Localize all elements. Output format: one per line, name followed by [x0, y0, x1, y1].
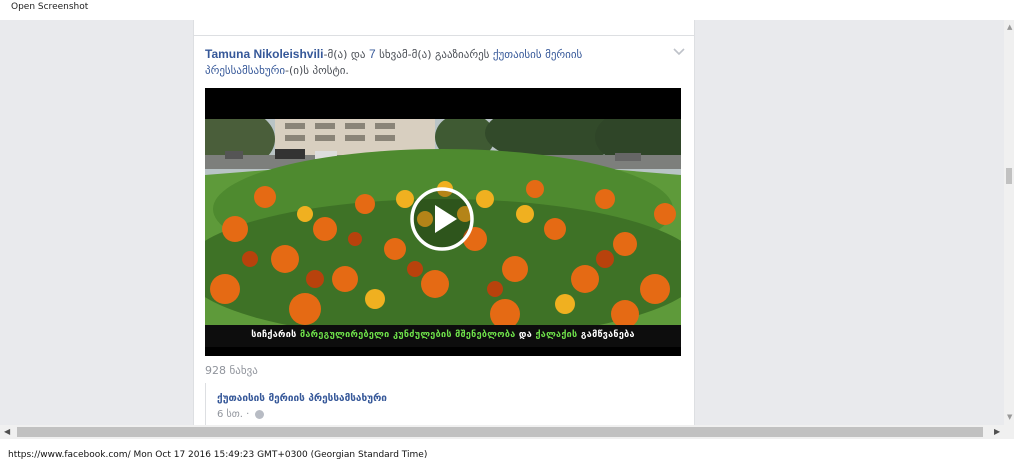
caption-part-2: მარეგულირებელი კუნძულების მშენებლობა	[299, 330, 516, 340]
scrollbar-corner	[1004, 425, 1014, 439]
shared-time[interactable]: 6 სთ. ·	[217, 409, 249, 420]
others-count-link[interactable]: 7	[369, 47, 376, 61]
author-link[interactable]: Tamuna Nikoleishvili	[205, 47, 323, 61]
shared-page-link[interactable]: ქუთაისის მერიის პრესსამსახური	[217, 393, 387, 404]
scroll-right-arrow-icon[interactable]: ▶	[994, 427, 1000, 436]
horizontal-scroll-thumb[interactable]	[17, 427, 983, 437]
caption-part-1: სიჩქარის	[251, 330, 300, 340]
caption-part-3: და	[515, 330, 536, 340]
chevron-down-icon[interactable]	[672, 47, 686, 57]
caption-part-5: გამწვანება	[577, 330, 635, 340]
scroll-down-arrow-icon[interactable]: ▼	[1007, 413, 1012, 421]
scroll-left-arrow-icon[interactable]: ◀	[4, 427, 10, 436]
header-text-3: -(ი)ს პოსტი.	[285, 64, 349, 77]
video-player[interactable]: სიჩქარის მარეგულირებელი კუნძულების მშენე…	[205, 88, 681, 356]
header-text-1: -მ(ა) და	[323, 48, 369, 61]
video-caption: სიჩქარის მარეგულირებელი კუნძულების მშენე…	[205, 330, 681, 340]
shared-post: ქუთაისის მერიის პრესსამსახური 6 სთ. ·	[205, 383, 682, 425]
post-header: Tamuna Nikoleishvili-მ(ა) და 7 სხვამ-მ(ა…	[205, 46, 665, 79]
window-topbar: Open Screenshot	[0, 0, 1014, 20]
post-card: Tamuna Nikoleishvili-მ(ა) და 7 სხვამ-მ(ა…	[193, 35, 695, 425]
caption-part-4: ქალაქის	[535, 330, 578, 340]
header-text-2: სხვამ-მ(ა) გააზიარეს	[375, 48, 493, 61]
vertical-scrollbar[interactable]: ▲ ▼	[1004, 20, 1014, 425]
play-icon[interactable]	[409, 186, 475, 252]
status-bar-text: https://www.facebook.com/ Mon Oct 17 201…	[8, 450, 428, 460]
shared-post-meta: 6 სთ. ·	[217, 409, 264, 420]
globe-icon	[254, 409, 264, 419]
scroll-up-arrow-icon[interactable]: ▲	[1007, 23, 1012, 31]
view-count: 928 ნახვა	[205, 364, 258, 377]
window-title: Open Screenshot	[11, 2, 89, 12]
vertical-scroll-thumb[interactable]	[1006, 168, 1012, 184]
feed-viewport[interactable]: Tamuna Nikoleishvili-მ(ა) და 7 სხვამ-მ(ა…	[0, 20, 1004, 425]
horizontal-scrollbar[interactable]: ◀ ▶	[0, 425, 1004, 439]
